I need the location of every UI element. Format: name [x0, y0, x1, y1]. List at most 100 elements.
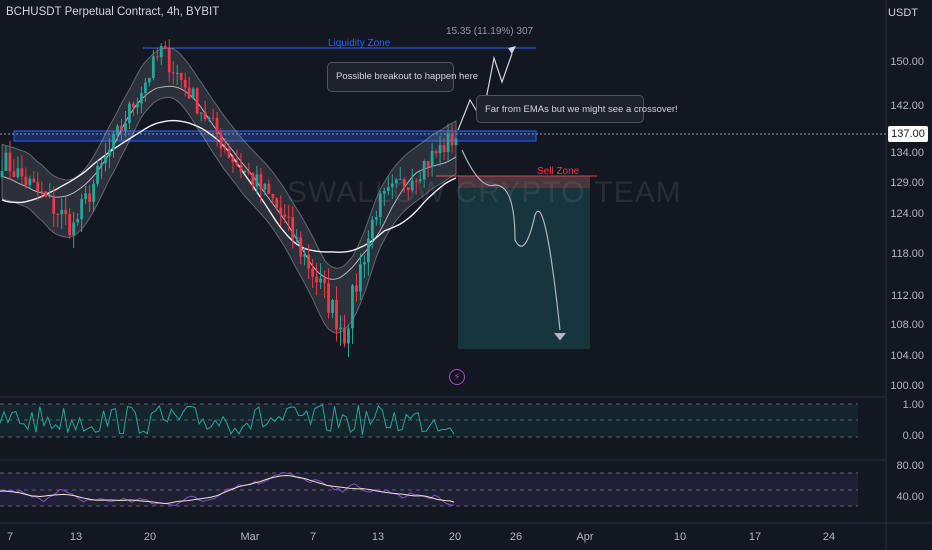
candle-body: [116, 125, 119, 134]
candle-body: [207, 117, 211, 120]
candle-body: [167, 48, 171, 73]
candle-body: [295, 237, 299, 239]
candle-body: [370, 219, 374, 239]
date-tick: 20: [143, 531, 157, 543]
candle-body: [0, 170, 4, 177]
candle-body: [446, 133, 450, 153]
callout-ema-crossover[interactable]: Far from EMAs but we might see a crossov…: [476, 95, 678, 123]
candle-body: [307, 254, 311, 269]
rsi-tick: 40.00: [896, 491, 924, 503]
chart-canvas[interactable]: [0, 0, 932, 550]
candle-body: [283, 214, 287, 217]
candle-body: [363, 262, 366, 265]
date-tick: 17: [748, 531, 762, 543]
candle-body: [72, 222, 76, 236]
date-tick: 7: [6, 531, 14, 543]
date-tick: 10: [673, 531, 687, 543]
candle-body: [104, 156, 107, 164]
price-tick: 100.00: [890, 380, 924, 392]
candle-body: [335, 300, 338, 330]
candle-body: [191, 88, 195, 99]
candle-body: [187, 87, 191, 99]
candle-body: [96, 165, 99, 184]
date-tick: 7: [309, 531, 317, 543]
candle-body: [20, 168, 24, 177]
lightning-icon[interactable]: ⚡: [449, 369, 465, 385]
date-tick: 26: [509, 531, 523, 543]
candle-body: [48, 195, 52, 197]
price-tick: 142.00: [890, 100, 924, 112]
date-tick: 13: [371, 531, 385, 543]
candle-body: [76, 219, 80, 223]
candle-body: [331, 300, 334, 313]
candle-body: [442, 145, 446, 153]
date-tick: 24: [822, 531, 836, 543]
candle-body: [128, 103, 131, 124]
candle-body: [303, 254, 307, 257]
candle-body: [291, 217, 295, 239]
candle-body: [319, 278, 322, 283]
currency-label: USDT: [888, 7, 918, 19]
candle-body: [16, 168, 20, 177]
candle-body: [347, 328, 350, 344]
candle-body: [88, 193, 92, 202]
candle-body: [92, 183, 95, 202]
liquidity-zone-label: Liquidity Zone: [328, 38, 391, 49]
candle-body: [179, 72, 183, 80]
candle-body: [163, 45, 167, 49]
candle-body: [355, 285, 358, 292]
candle-body: [151, 56, 155, 79]
candle-body: [8, 152, 12, 172]
candle-body: [12, 171, 16, 177]
resistance-zone[interactable]: [13, 130, 537, 142]
candle-body: [28, 178, 32, 186]
candle-body: [155, 56, 159, 58]
watermark: SWALLOW CRYPTO TEAM: [287, 176, 682, 209]
candle-body: [351, 285, 354, 329]
price-tick: 129.00: [890, 177, 924, 189]
candle-body: [359, 264, 362, 292]
candle-body: [251, 173, 255, 187]
candle-body: [143, 82, 147, 93]
candle-body: [44, 191, 48, 197]
candle-body: [235, 162, 239, 166]
candle-body: [339, 327, 342, 330]
candle-body: [68, 213, 72, 236]
candle-body: [124, 123, 127, 131]
candle-body: [139, 92, 143, 104]
candle-body: [80, 199, 84, 220]
candle-body: [211, 117, 215, 119]
candle-body: [426, 160, 430, 167]
candle-body: [136, 103, 139, 108]
date-tick: 13: [69, 531, 83, 543]
rsi-tick: 80.00: [896, 460, 924, 472]
oscillator-tick: 0.00: [902, 430, 924, 442]
price-tick: 112.00: [891, 290, 924, 302]
candle-body: [430, 150, 434, 167]
oscillator-tick: 1.00: [902, 399, 924, 411]
candle-body: [255, 174, 259, 187]
candle-body: [60, 209, 64, 215]
candle-body: [243, 170, 247, 172]
candle-body: [171, 72, 175, 74]
price-tick: 108.00: [890, 319, 924, 331]
candle-body: [275, 198, 279, 208]
candle-body: [263, 183, 267, 190]
date-tick: Mar: [240, 531, 260, 543]
candle-body: [147, 78, 151, 83]
symbol-title[interactable]: BCHUSDT Perpetual Contract, 4h, BYBIT: [6, 6, 219, 18]
candle-body: [279, 207, 283, 215]
candle-body: [100, 163, 103, 166]
candle-body: [271, 193, 275, 199]
candle-body: [64, 209, 68, 214]
candle-body: [327, 283, 330, 313]
candle-body: [215, 117, 219, 134]
candle-body: [32, 178, 36, 183]
candle-body: [247, 170, 251, 174]
callout-breakout[interactable]: Possible breakout to happen here: [327, 62, 478, 92]
candle-body: [183, 79, 187, 88]
candle-body: [52, 195, 56, 214]
candle-body: [239, 165, 243, 172]
candle-body: [4, 152, 8, 171]
price-tick: 104.00: [890, 350, 924, 362]
